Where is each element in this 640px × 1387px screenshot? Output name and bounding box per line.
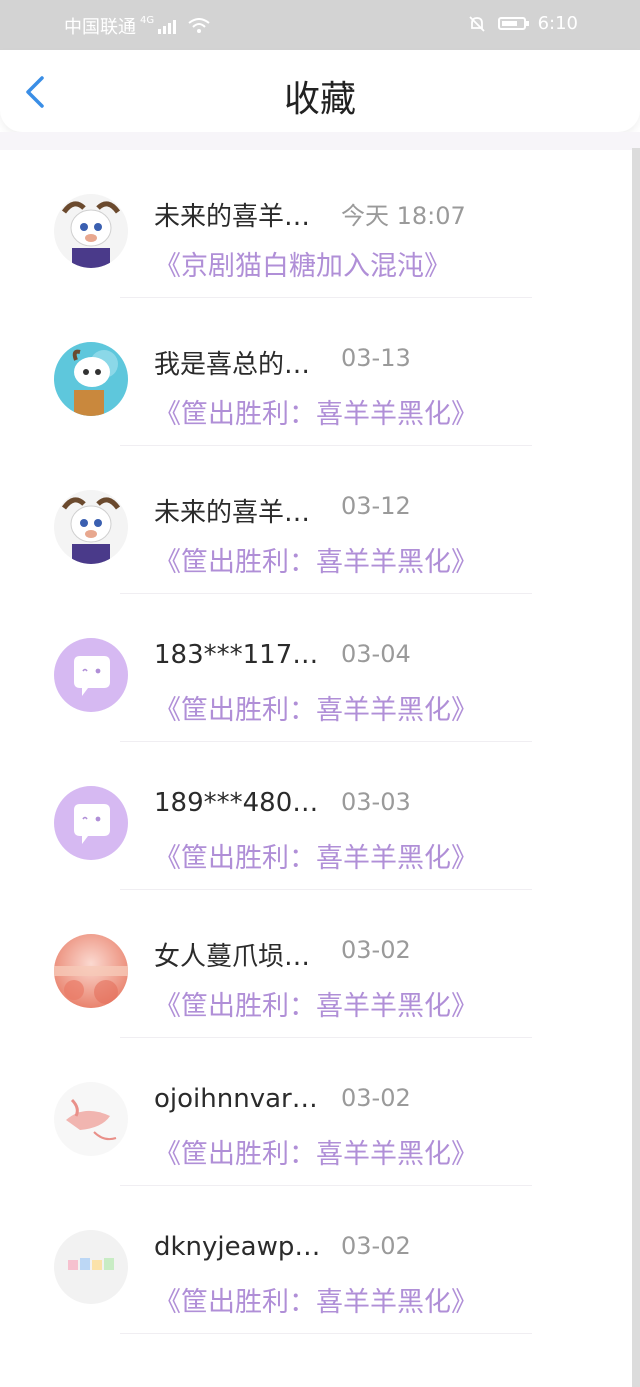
timestamp: 03-02 (341, 1232, 411, 1260)
status-bar: 中国联通 4G 6:10 (0, 0, 640, 50)
goat-blue-avatar[interactable] (54, 342, 128, 416)
timestamp: 03-02 (341, 936, 411, 964)
timestamp: 03-13 (341, 344, 411, 372)
battery-icon (497, 17, 529, 30)
goat-avatar[interactable] (54, 490, 128, 564)
network-label: 4G (140, 14, 155, 26)
colorful-text-avatar[interactable] (54, 1230, 128, 1304)
status-left: 中国联通 4G (64, 13, 210, 39)
timestamp: 03-02 (341, 1084, 411, 1112)
signal-icon (158, 18, 177, 34)
timestamp: 03-04 (341, 640, 411, 668)
timestamp: 03-03 (341, 788, 411, 816)
user-name: dknyjeawp… (154, 1232, 321, 1262)
work-title-link[interactable]: 《筐出胜利：喜羊羊黑化》 (154, 392, 478, 431)
header-spacer (0, 132, 640, 150)
work-title-link[interactable]: 《筐出胜利：喜羊羊黑化》 (154, 836, 478, 875)
wifi-icon (188, 18, 210, 34)
user-name: 我是喜总的… (154, 350, 311, 380)
work-title-link[interactable]: 《筐出胜利：喜羊羊黑化》 (154, 1280, 478, 1319)
user-name: 未来的喜羊… (154, 202, 311, 232)
page-title: 收藏 (283, 79, 356, 120)
user-name: ojoihnnvar… (154, 1084, 318, 1114)
clock-label: 6:10 (537, 13, 578, 34)
list-item[interactable]: dknyjeawp… 03-02 《筐出胜利：喜羊羊黑化》 (0, 1186, 632, 1334)
user-name: 183***117… (154, 640, 319, 670)
app-header: 收藏 (0, 50, 640, 132)
work-title-link[interactable]: 《筐出胜利：喜羊羊黑化》 (154, 984, 478, 1023)
chat-bubble-avatar[interactable] (54, 638, 128, 712)
timestamp: 03-12 (341, 492, 411, 520)
chat-bubble-avatar[interactable] (54, 786, 128, 860)
user-name: 189***480… (154, 788, 319, 818)
list-item[interactable]: 女人蔓爪埙… 03-02 《筐出胜利：喜羊羊黑化》 (0, 890, 632, 1038)
list-item[interactable]: 未来的喜羊… 03-12 《筐出胜利：喜羊羊黑化》 (0, 446, 632, 594)
red-sketch-avatar[interactable] (54, 1082, 128, 1156)
goat-avatar[interactable] (54, 194, 128, 268)
list-item[interactable]: 未来的喜羊… 今天 18:07 《京剧猫白糖加入混沌》 (0, 150, 632, 298)
user-name: 女人蔓爪埙… (154, 942, 311, 972)
list-item[interactable]: 183***117… 03-04 《筐出胜利：喜羊羊黑化》 (0, 594, 632, 742)
scrollbar[interactable] (632, 148, 640, 1387)
list-item[interactable]: ojoihnnvar… 03-02 《筐出胜利：喜羊羊黑化》 (0, 1038, 632, 1186)
flower-avatar[interactable] (54, 934, 128, 1008)
status-right: 6:10 (468, 13, 578, 34)
work-title-link[interactable]: 《筐出胜利：喜羊羊黑化》 (154, 540, 478, 579)
work-title-link[interactable]: 《筐出胜利：喜羊羊黑化》 (154, 1132, 478, 1171)
carrier-label: 中国联通 (64, 17, 136, 38)
list-item[interactable]: 我是喜总的… 03-13 《筐出胜利：喜羊羊黑化》 (0, 298, 632, 446)
mute-bell-icon (468, 15, 486, 33)
divider (120, 1333, 532, 1334)
work-title-link[interactable]: 《京剧猫白糖加入混沌》 (154, 244, 451, 283)
user-name: 未来的喜羊… (154, 498, 311, 528)
timestamp: 今天 18:07 (341, 202, 466, 230)
work-title-link[interactable]: 《筐出胜利：喜羊羊黑化》 (154, 688, 478, 727)
list-item[interactable]: 189***480… 03-03 《筐出胜利：喜羊羊黑化》 (0, 742, 632, 890)
favorites-list: 未来的喜羊… 今天 18:07 《京剧猫白糖加入混沌》 我是喜总的… 03-13… (0, 150, 632, 1334)
